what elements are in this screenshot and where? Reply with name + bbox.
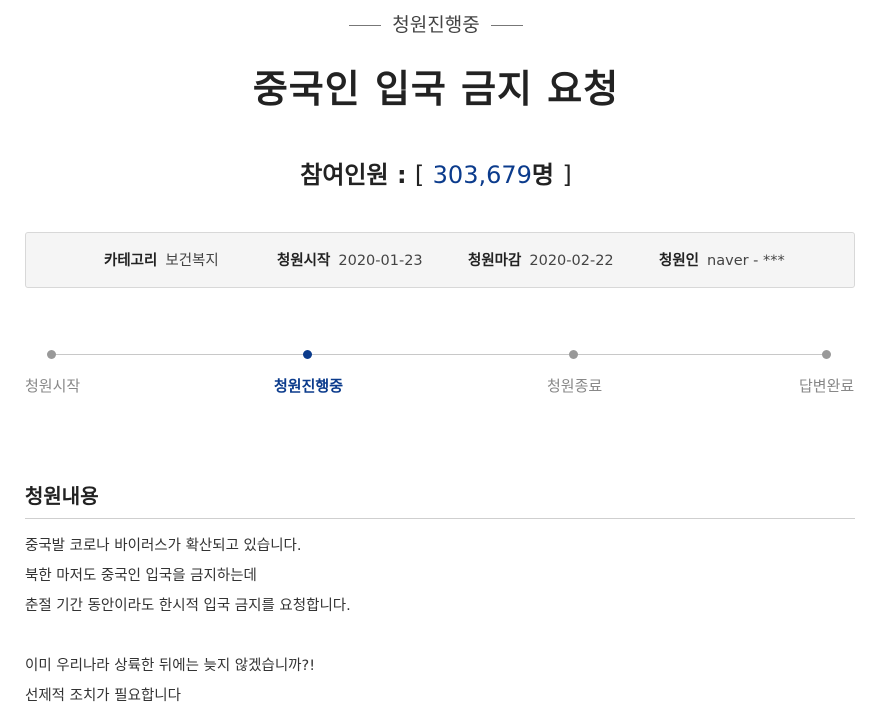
participant-number: 303,679: [432, 161, 532, 189]
progress-step-answered: 답변완료: [799, 377, 855, 395]
petitioner-label: 청원인: [659, 253, 700, 269]
info-petitioner: 청원인 naver - ***: [659, 233, 785, 289]
status-header: 청원진행중: [0, 10, 872, 37]
petition-progress: 청원시작 청원진행중 청원종료 답변완료: [25, 345, 855, 405]
progress-step-in-progress: 청원진행중: [274, 377, 344, 395]
category-value: 보건복지: [165, 253, 219, 269]
petition-title: 중국인 입국 금지 요청: [252, 67, 620, 111]
progress-dot-answered: [822, 350, 831, 359]
status-left-rule: [349, 25, 382, 26]
content-line: 선제적 조치가 필요합니다: [25, 688, 181, 704]
participant-close-bracket: ]: [562, 161, 572, 189]
progress-dot-in-progress: [303, 350, 312, 359]
start-date-label: 청원시작: [277, 253, 331, 269]
content-line: 중국발 코로나 바이러스가 확산되고 있습니다.: [25, 538, 302, 554]
progress-dot-start: [47, 350, 56, 359]
status-right-rule: [490, 25, 523, 26]
end-date-value: 2020-02-22: [529, 253, 614, 269]
section-divider: [25, 518, 855, 519]
info-end-date: 청원마감 2020-02-22: [468, 233, 614, 289]
content-section-title: 청원내용: [25, 484, 99, 508]
participant-colon: :: [396, 161, 407, 189]
start-date-value: 2020-01-23: [338, 253, 423, 269]
content-line: 춘절 기간 동안이라도 한시적 입국 금지를 요청합니다.: [25, 598, 351, 614]
petition-content: 중국발 코로나 바이러스가 확산되고 있습니다. 북한 마저도 중국인 입국을 …: [25, 534, 855, 710]
participant-open-bracket: [: [414, 161, 425, 189]
progress-step-start: 청원시작: [25, 377, 81, 395]
petitioner-value: naver - ***: [707, 253, 785, 269]
progress-step-closed: 청원종료: [547, 377, 603, 395]
content-blank-line: [25, 624, 855, 654]
end-date-label: 청원마감: [468, 253, 522, 269]
petition-info-box: 카테고리 보건복지 청원시작 2020-01-23 청원마감 2020-02-22 청…: [25, 232, 855, 288]
participant-label: 참여인원: [300, 161, 389, 189]
progress-dot-closed: [569, 350, 578, 359]
info-start-date: 청원시작 2020-01-23: [277, 233, 423, 289]
content-line: 이미 우리나라 상륙한 뒤에는 늦지 않겠습니까?!: [25, 658, 316, 674]
status-label: 청원진행중: [392, 14, 480, 36]
participant-unit: 명: [531, 161, 554, 189]
category-label: 카테고리: [104, 253, 158, 269]
content-line: 북한 마저도 중국인 입국을 금지하는데: [25, 568, 257, 584]
progress-track: [51, 354, 827, 355]
participant-count: 참여인원 : [ 303,679명 ]: [0, 155, 872, 190]
info-category: 카테고리 보건복지: [104, 233, 219, 289]
